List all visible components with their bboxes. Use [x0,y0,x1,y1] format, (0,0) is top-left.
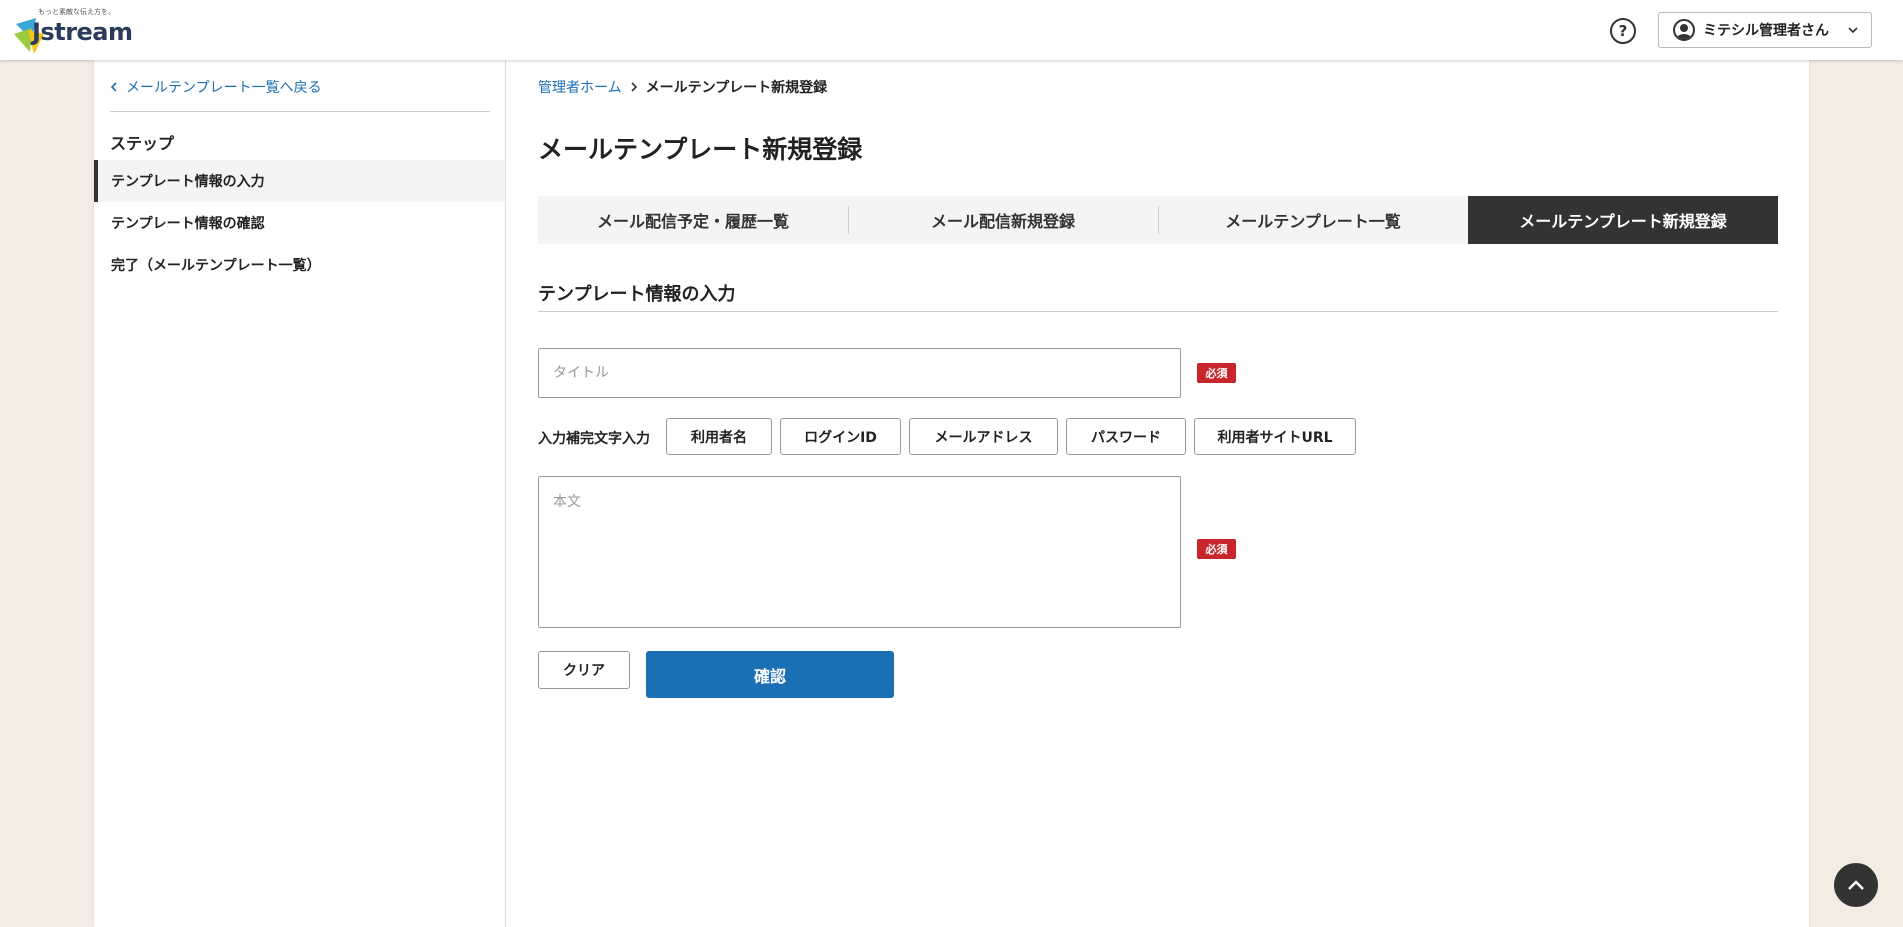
page-top-button[interactable] [1834,863,1878,907]
step-heading: ステップ [110,134,175,153]
main-content: 管理者ホーム メールテンプレート新規登録 メールテンプレート新規登録 メール配信… [538,60,1778,927]
tab-mail-new[interactable]: メール配信新規登録 [848,196,1158,244]
sidebar-divider [110,111,490,112]
insert-password-button[interactable]: パスワード [1066,418,1186,455]
jstream-logo[interactable]: もっと素敵な伝え方を。 Jstream [14,6,133,54]
complement-label: 入力補完文字入力 [538,431,650,447]
body-required-badge: 必須 [1197,539,1236,559]
help-icon[interactable]: ? [1610,18,1636,44]
app-header: もっと素敵な伝え方を。 Jstream ? ミテシル管理者さん [0,0,1903,60]
step-label: 完了（メールテンプレート一覧） [111,258,321,274]
tab-mail-schedule-history[interactable]: メール配信予定・履歴一覧 [538,196,848,244]
title-required-badge: 必須 [1197,363,1236,383]
chevron-left-icon [110,82,117,92]
chevron-right-icon [631,82,637,92]
tab-template-new[interactable]: メールテンプレート新規登録 [1468,196,1778,244]
body-textarea[interactable] [538,476,1181,628]
user-menu-button[interactable]: ミテシル管理者さん [1658,12,1872,48]
step-item-confirm: テンプレート情報の確認 [94,202,505,244]
insert-user-site-url-button[interactable]: 利用者サイトURL [1194,418,1356,455]
insert-email-button[interactable]: メールアドレス [909,418,1058,455]
insert-username-button[interactable]: 利用者名 [666,418,772,455]
user-name: ミテシル管理者さん [1703,23,1829,39]
breadcrumb: 管理者ホーム メールテンプレート新規登録 [538,77,827,97]
section-divider [538,311,1778,312]
user-circle-icon [1673,19,1695,41]
main-container: メールテンプレート一覧へ戻る ステップ テンプレート情報の入力 テンプレート情報… [94,60,1809,927]
step-label: テンプレート情報の入力 [111,174,265,190]
tab-bar: メール配信予定・履歴一覧 メール配信新規登録 メールテンプレート一覧 メールテン… [538,196,1778,244]
chevron-down-icon [1848,27,1858,34]
tab-template-list[interactable]: メールテンプレート一覧 [1158,196,1468,244]
title-input[interactable] [538,348,1181,398]
section-title: テンプレート情報の入力 [538,284,736,305]
back-to-template-list-link[interactable]: メールテンプレート一覧へ戻る [110,77,322,97]
step-item-input: テンプレート情報の入力 [94,160,505,202]
breadcrumb-current: メールテンプレート新規登録 [645,80,828,96]
logo-text: Jstream [32,18,133,46]
confirm-button[interactable]: 確認 [646,651,894,698]
breadcrumb-home-link[interactable]: 管理者ホーム [538,77,622,97]
insert-login-id-button[interactable]: ログインID [780,418,901,455]
back-link-label: メールテンプレート一覧へ戻る [126,80,322,96]
step-item-complete: 完了（メールテンプレート一覧） [94,244,505,286]
step-sidebar: メールテンプレート一覧へ戻る ステップ テンプレート情報の入力 テンプレート情報… [94,60,506,927]
chevron-up-icon [1848,880,1864,890]
page-title: メールテンプレート新規登録 [538,135,863,164]
step-label: テンプレート情報の確認 [111,216,265,232]
clear-button[interactable]: クリア [538,651,630,689]
